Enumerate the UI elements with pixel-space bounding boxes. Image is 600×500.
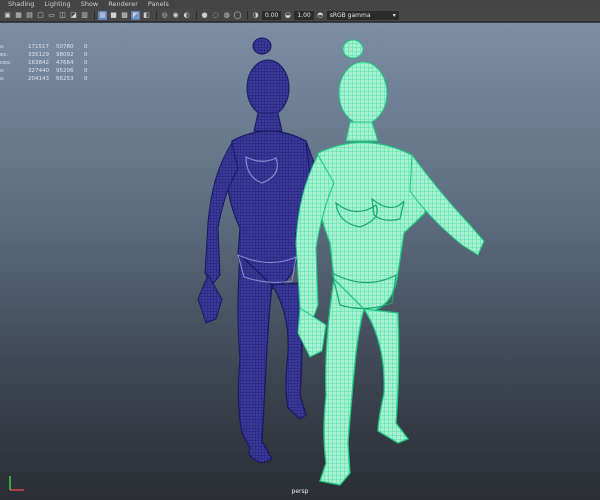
safe-action-icon[interactable]: ◪: [69, 11, 78, 20]
hud-row: s: 204143 66253 0: [0, 75, 88, 83]
toolbar-separator: [196, 10, 197, 20]
hud-value: 0: [84, 60, 88, 66]
toolbar-separator: [94, 10, 95, 20]
menu-show[interactable]: Show: [76, 0, 104, 9]
hud-value: 95206: [56, 68, 74, 74]
grid-icon[interactable]: ▦: [14, 11, 23, 20]
toolbar-separator: [247, 10, 248, 20]
smooth-shade-icon[interactable]: ■: [109, 11, 118, 20]
exposure-field[interactable]: 0.00: [262, 10, 282, 20]
hud-value: 0: [84, 52, 88, 58]
hud-label: s:: [0, 44, 5, 50]
hud-label: s:: [0, 68, 5, 74]
camera-name-label: persp: [291, 488, 309, 495]
hud-label: es:: [0, 52, 9, 58]
textured-icon[interactable]: ▩: [120, 11, 129, 20]
gamma-icon[interactable]: ◒: [283, 11, 292, 20]
toolbar-separator: [156, 10, 157, 20]
field-chart-icon[interactable]: ◫: [58, 11, 67, 20]
gate-icon[interactable]: ▭: [47, 11, 56, 20]
aa-icon[interactable]: ◍: [222, 11, 231, 20]
colorspace-label: sRGB gamma: [329, 11, 371, 19]
xray-icon[interactable]: ◎: [160, 11, 169, 20]
chevron-down-icon: ▾: [392, 11, 396, 19]
menu-renderer[interactable]: Renderer: [103, 0, 143, 9]
hud-value: 0: [84, 44, 88, 50]
hud-row: s: 171517 50780 0: [0, 43, 88, 51]
hud-row: es: 335129 98092 0: [0, 51, 88, 59]
menu-lighting[interactable]: Lighting: [39, 0, 75, 9]
hud-value: 47664: [56, 60, 74, 66]
camera-icon[interactable]: ▣: [3, 11, 12, 20]
menu-panels[interactable]: Panels: [143, 0, 174, 9]
xray-joints-icon[interactable]: ◉: [171, 11, 180, 20]
hud-value: 171517: [28, 44, 49, 50]
hud-value: 0: [84, 68, 88, 74]
safe-title-icon[interactable]: ▥: [80, 11, 89, 20]
exposure-icon[interactable]: ◑: [251, 11, 260, 20]
hud-label: s:: [0, 76, 5, 82]
shadows-icon[interactable]: ◧: [142, 11, 151, 20]
gamma-field[interactable]: 1.00: [294, 10, 314, 20]
hud-label: ces:: [0, 60, 12, 66]
panel-toolbar: ▣ ▦ ▤ ▢ ▭ ◫ ◪ ▥ ▦ ■ ▩ ◩ ◧ ◎ ◉ ◐ ● ◌ ◍ ◯ …: [0, 9, 600, 22]
lights-icon[interactable]: ◩: [131, 10, 140, 20]
panel-menu-bar: Shading Lighting Show Renderer Panels: [0, 0, 600, 9]
resolution-icon[interactable]: ▢: [36, 11, 45, 20]
color-management-icon[interactable]: ◓: [316, 11, 325, 20]
hud-value: 327440: [28, 68, 49, 74]
dof-icon[interactable]: ◯: [233, 11, 242, 20]
scene-figures: [197, 37, 485, 486]
poly-count-hud: s: 171517 50780 0 es: 335129 98092 0 ces…: [0, 43, 88, 83]
motion-blur-icon[interactable]: ◌: [211, 11, 220, 20]
hud-value: 66253: [56, 76, 74, 82]
film-icon[interactable]: ▤: [25, 11, 34, 20]
isolate-icon[interactable]: ◐: [182, 11, 191, 20]
colorspace-dropdown[interactable]: sRGB gamma ▾: [326, 10, 399, 20]
hud-value: 0: [84, 76, 88, 82]
hud-value: 204143: [28, 76, 49, 82]
ao-icon[interactable]: ●: [200, 11, 209, 20]
3d-viewport[interactable]: s: 171517 50780 0 es: 335129 98092 0 ces…: [0, 23, 600, 500]
hud-row: ces: 163842 47664 0: [0, 59, 88, 67]
hud-value: 98092: [56, 52, 74, 58]
hud-row: s: 327440 95206 0: [0, 67, 88, 75]
wireframe-icon[interactable]: ▦: [98, 10, 107, 20]
hud-value: 163842: [28, 60, 49, 66]
hud-value: 335129: [28, 52, 49, 58]
menu-shading[interactable]: Shading: [0, 0, 39, 9]
selected-green-wireframe-figure[interactable]: [295, 39, 485, 486]
hud-value: 50780: [56, 44, 74, 50]
